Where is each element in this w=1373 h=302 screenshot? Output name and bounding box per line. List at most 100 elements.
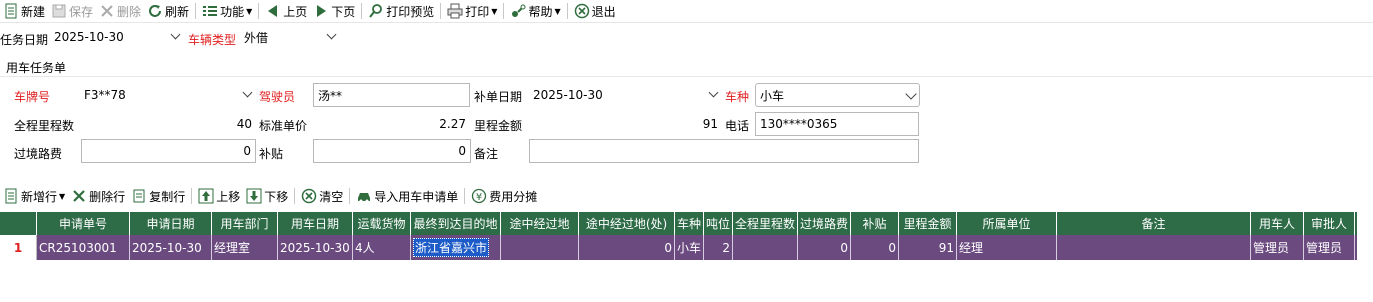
printer-icon [447, 3, 463, 19]
table-cell[interactable]: 2 [704, 235, 733, 260]
total-mileage-label: 全程里程数 [14, 119, 75, 133]
prev-page-button[interactable]: 上页 [262, 0, 310, 22]
chevron-down-icon [242, 87, 253, 98]
caret-down-icon: ▼ [59, 191, 66, 201]
column-header[interactable]: 审批人 [1304, 212, 1355, 235]
print-preview-button[interactable]: 打印预览 [365, 0, 437, 22]
table-cell[interactable]: 经理 [957, 235, 1057, 260]
next-page-button[interactable]: 下页 [310, 0, 358, 22]
table-cell[interactable]: 4人 [353, 235, 411, 260]
table-cell[interactable] [501, 235, 579, 260]
refresh-icon [147, 3, 163, 19]
refresh-button[interactable]: 刷新 [144, 0, 192, 22]
column-header[interactable]: 过境路费 [798, 212, 851, 235]
delete-button[interactable]: 删除 [96, 0, 144, 22]
exit-button[interactable]: 退出 [571, 0, 619, 22]
arrow-down-icon [246, 188, 262, 204]
table-row[interactable]: 1 CR25103001 2025-10-30 经理室 2025-10-30 4… [0, 235, 1357, 260]
prev-label: 上页 [283, 4, 308, 19]
function-menu-button[interactable]: 功能 ▼ [199, 0, 255, 22]
table-cell[interactable]: 2025-10-30 [130, 235, 212, 260]
plate-select[interactable]: F3**78 [80, 83, 256, 107]
cost-split-button[interactable]: ¥ 费用分摊 [468, 185, 540, 207]
remark-input[interactable] [529, 139, 919, 163]
column-header[interactable]: 最终到达目的地 [411, 212, 501, 235]
column-header[interactable]: 全程里程数 [733, 212, 798, 235]
yen-icon: ¥ [471, 188, 487, 204]
table-cell[interactable]: 0 [798, 235, 851, 260]
table-cell-destination[interactable]: 浙江省嘉兴市 [411, 235, 501, 260]
table-cell[interactable] [1057, 235, 1251, 260]
car-kind-label: 车种 [725, 90, 750, 104]
column-header[interactable]: 补贴 [851, 212, 899, 235]
column-header[interactable]: 车种 [675, 212, 704, 235]
toll-input[interactable]: 0 [81, 139, 256, 163]
toll-label: 过境路费 [14, 147, 63, 161]
grid-header: 申请单号 申请日期 用车部门 用车日期 运载货物 最终到达目的地 途中经过地 途… [0, 212, 1357, 235]
table-cell[interactable]: CR25103001 [37, 235, 130, 260]
column-header[interactable]: 途中经过地 [501, 212, 579, 235]
table-cell[interactable]: 经理室 [212, 235, 278, 260]
svg-text:¥: ¥ [476, 192, 482, 203]
table-cell[interactable]: 管理员 [1304, 235, 1355, 260]
clear-button[interactable]: 清空 [298, 185, 346, 207]
table-cell[interactable]: 0 [579, 235, 675, 260]
import-request-button[interactable]: 导入用车申请单 [353, 185, 461, 207]
supp-date-select[interactable]: 2025-10-30 [529, 83, 722, 107]
row-number: 1 [0, 235, 37, 260]
column-header[interactable]: 申请单号 [37, 212, 130, 235]
total-mileage-input[interactable]: 40 [80, 112, 256, 136]
grid-toolbar: 新增行 ▼ 删除行 复制行 上移 下移 清空 导入用车申请单 ¥ 费用分摊 [0, 184, 1373, 208]
driver-input[interactable]: 汤** [313, 83, 470, 107]
std-price-label: 标准单价 [259, 119, 308, 133]
chevron-down-icon [326, 29, 337, 40]
subsidy-input[interactable]: 0 [313, 139, 471, 163]
column-header[interactable]: 申请日期 [130, 212, 212, 235]
column-header[interactable]: 运载货物 [353, 212, 411, 235]
column-header[interactable]: 用车人 [1251, 212, 1304, 235]
column-header[interactable]: 里程金额 [899, 212, 957, 235]
save-button[interactable]: 保存 [48, 0, 96, 22]
vehicle-type-select[interactable]: 外借 [240, 25, 340, 49]
next-label: 下页 [331, 4, 356, 19]
group-title: 用车任务单 [6, 61, 67, 75]
table-cell[interactable]: 小车 [675, 235, 704, 260]
car-kind-select[interactable]: 小车 [755, 83, 920, 107]
new-icon [3, 3, 19, 19]
vehicle-type-value: 外借 [244, 30, 269, 45]
new-button[interactable]: 新建 [0, 0, 48, 22]
table-cell[interactable]: 管理员 [1251, 235, 1304, 260]
table-cell[interactable]: 0 [851, 235, 899, 260]
mileage-amount-input[interactable]: 91 [529, 112, 722, 136]
column-header[interactable]: 用车日期 [278, 212, 353, 235]
add-row-button[interactable]: 新增行 ▼ [0, 185, 68, 207]
copy-row-button[interactable]: 复制行 [128, 185, 188, 207]
help-button[interactable]: 帮助 ▼ [507, 0, 563, 22]
column-header[interactable]: 用车部门 [212, 212, 278, 235]
phone-input[interactable]: 130****0365 [755, 112, 919, 136]
delete-row-button[interactable]: 删除行 [68, 185, 128, 207]
arrow-left-icon [265, 3, 281, 19]
plate-value: F3**78 [84, 88, 126, 102]
vehicle-type-label: 车辆类型 [188, 33, 237, 47]
column-header[interactable]: 所属单位 [957, 212, 1057, 235]
move-down-button[interactable]: 下移 [243, 185, 291, 207]
task-date-select[interactable]: 2025-10-30 [50, 25, 184, 49]
move-up-button[interactable]: 上移 [195, 185, 243, 207]
column-header[interactable]: 途中经过地(处) [579, 212, 675, 235]
table-cell[interactable]: 2025-10-30 [278, 235, 353, 260]
mileage-amount-label: 里程金额 [474, 119, 523, 133]
delete-icon [71, 188, 87, 204]
phone-label: 电话 [725, 119, 750, 133]
table-cell[interactable] [733, 235, 798, 260]
toolbar-divider [440, 3, 442, 19]
list-icon [202, 3, 218, 19]
car-icon [356, 188, 372, 204]
column-header[interactable]: 备注 [1057, 212, 1251, 235]
selected-cell-text[interactable]: 浙江省嘉兴市 [413, 238, 490, 257]
print-button[interactable]: 打印 ▼ [444, 0, 500, 22]
table-cell[interactable]: 91 [899, 235, 957, 260]
help-icon [510, 3, 526, 19]
column-header[interactable]: 吨位 [704, 212, 733, 235]
std-price-input[interactable]: 2.27 [313, 112, 470, 136]
